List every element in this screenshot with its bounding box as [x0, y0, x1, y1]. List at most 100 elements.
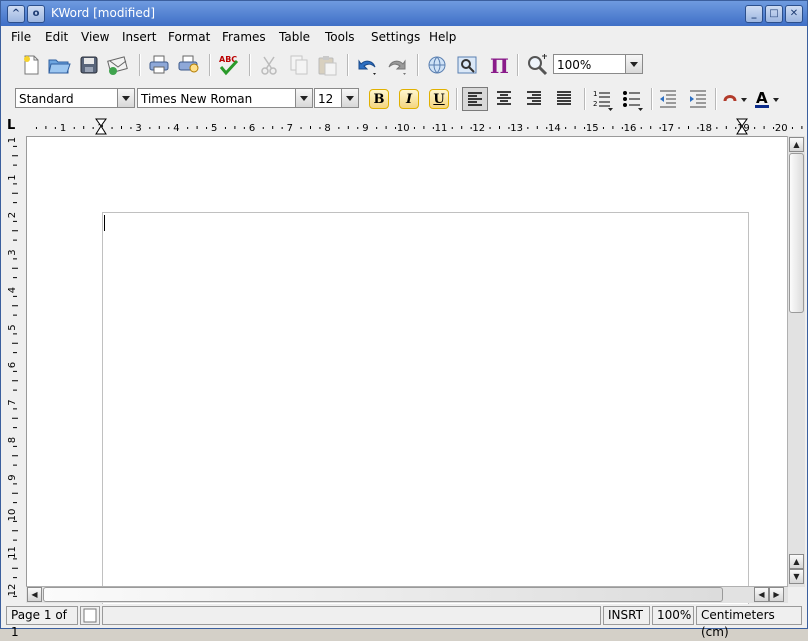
- toolbar-separator: [651, 88, 653, 110]
- chevron-down-icon[interactable]: [341, 89, 358, 107]
- vertical-ruler[interactable]: 1 1 2 3 4 5 6 7 8 9 10 11 12: [5, 137, 25, 605]
- scroll-up-icon[interactable]: ▲: [789, 554, 804, 569]
- align-right-button[interactable]: [522, 87, 548, 111]
- send-email-icon[interactable]: [105, 53, 129, 77]
- kword-window: ^ o KWord [modified] _ □ ✕ File Edit Vie…: [0, 0, 808, 639]
- status-unit: Centimeters (cm): [696, 606, 802, 639]
- ruler-tick-label: 17: [661, 123, 674, 134]
- horizontal-ruler[interactable]: 1234567891011121314151617181920: [27, 118, 805, 136]
- underline-button[interactable]: U: [429, 89, 449, 109]
- page-frame[interactable]: [102, 212, 749, 613]
- title-bar[interactable]: ^ o KWord [modified] _ □ ✕: [1, 1, 807, 26]
- ruler-tick-label: 16: [624, 123, 637, 134]
- ruler-tick-label: 9: [362, 123, 368, 134]
- window-menu-icon[interactable]: ^: [7, 5, 25, 23]
- toolbar-separator: [347, 54, 349, 76]
- chevron-down-icon[interactable]: [117, 89, 134, 107]
- undo-icon[interactable]: [355, 53, 379, 77]
- horizontal-scroll-thumb[interactable]: [43, 587, 723, 602]
- vertical-ruler-ticks: 1123456789101112: [7, 137, 18, 597]
- print-preview-icon[interactable]: [177, 53, 201, 77]
- font-value: Times New Roman: [141, 92, 253, 106]
- web-link-icon[interactable]: [425, 53, 449, 77]
- redo-icon[interactable]: [385, 53, 409, 77]
- status-insert-mode[interactable]: INSRT: [603, 606, 650, 625]
- zoom-icon[interactable]: [525, 53, 549, 77]
- align-center-button[interactable]: [492, 87, 518, 111]
- ruler-unit-marker[interactable]: L: [7, 118, 23, 134]
- ruler-tick-label: 7: [287, 123, 293, 134]
- print-icon[interactable]: [147, 53, 171, 77]
- menu-help[interactable]: Help: [429, 30, 456, 44]
- toolbar-separator: [456, 88, 458, 110]
- chevron-down-icon[interactable]: [295, 89, 312, 107]
- maximize-icon[interactable]: □: [765, 5, 783, 23]
- menu-frames[interactable]: Frames: [222, 30, 266, 44]
- ruler-tick-label: 14: [548, 123, 561, 134]
- status-message: [102, 606, 601, 625]
- sticky-icon[interactable]: o: [27, 5, 45, 23]
- bullet-list-icon[interactable]: [620, 87, 644, 111]
- menu-table[interactable]: Table: [279, 30, 310, 44]
- svg-text:2: 2: [593, 100, 597, 108]
- cut-icon[interactable]: [257, 53, 281, 77]
- menu-insert[interactable]: Insert: [122, 30, 156, 44]
- menu-format[interactable]: Format: [168, 30, 210, 44]
- new-document-icon[interactable]: [19, 53, 43, 77]
- ruler-tick-label: 7: [7, 399, 18, 405]
- paste-icon[interactable]: [315, 53, 339, 77]
- scroll-up-icon[interactable]: ▲: [789, 137, 804, 152]
- ruler-tick-label: 6: [7, 362, 18, 368]
- menu-edit[interactable]: Edit: [45, 30, 68, 44]
- ruler-tick-label: 4: [173, 123, 179, 134]
- align-justify-button[interactable]: [552, 87, 578, 111]
- find-icon[interactable]: [455, 53, 479, 77]
- window-title: KWord [modified]: [51, 6, 156, 20]
- minimize-icon[interactable]: _: [745, 5, 763, 23]
- menu-tools[interactable]: Tools: [325, 30, 355, 44]
- formula-icon[interactable]: Π: [485, 53, 509, 78]
- open-folder-icon[interactable]: [47, 53, 71, 77]
- toolbar-separator: [517, 54, 519, 76]
- scroll-right-icon[interactable]: ▶: [769, 587, 784, 602]
- font-combo[interactable]: Times New Roman: [137, 88, 313, 108]
- close-icon[interactable]: ✕: [785, 5, 803, 23]
- ruler-tick-label: 10: [397, 123, 410, 134]
- font-size-combo[interactable]: 12: [314, 88, 359, 108]
- increase-indent-icon[interactable]: [686, 87, 710, 111]
- scroll-left-icon[interactable]: ◀: [27, 587, 42, 602]
- menu-view[interactable]: View: [81, 30, 109, 44]
- style-combo[interactable]: Standard: [15, 88, 135, 108]
- font-size-value: 12: [318, 92, 334, 106]
- scroll-left-icon[interactable]: ◀: [754, 587, 769, 602]
- ruler-tick-label: 20: [775, 123, 788, 134]
- menu-settings[interactable]: Settings: [371, 30, 420, 44]
- vertical-scrollbar[interactable]: ▲ ▲ ▼: [787, 136, 805, 587]
- zoom-combo[interactable]: 100%: [553, 54, 643, 74]
- ruler-tick-label: 1: [7, 137, 18, 143]
- toolbar-separator: [249, 54, 251, 76]
- horizontal-scrollbar[interactable]: ◀ ◀ ▶: [26, 586, 788, 603]
- vertical-scroll-thumb[interactable]: [789, 153, 804, 313]
- decrease-indent-icon[interactable]: [656, 87, 680, 111]
- ruler-tick-label: 5: [211, 123, 217, 134]
- ruler-tick-label: 1: [7, 174, 18, 180]
- save-icon[interactable]: [77, 53, 101, 77]
- menu-file[interactable]: File: [11, 30, 31, 44]
- ruler-tick-label: 8: [324, 123, 330, 134]
- bold-button[interactable]: B: [369, 89, 389, 109]
- document-canvas[interactable]: [26, 136, 788, 613]
- numbered-list-icon[interactable]: 12: [590, 87, 614, 111]
- highlight-color-icon[interactable]: [720, 87, 752, 111]
- ruler-tick-label: 11: [7, 546, 18, 559]
- ruler-tick-label: 13: [510, 123, 523, 134]
- italic-button[interactable]: I: [399, 89, 419, 109]
- copy-icon[interactable]: [287, 53, 311, 77]
- spellcheck-icon[interactable]: ABC: [217, 53, 241, 77]
- status-document-icon: [80, 606, 100, 625]
- text-color-icon[interactable]: A: [752, 87, 784, 111]
- scroll-down-icon[interactable]: ▼: [789, 569, 804, 584]
- status-bar: Page 1 of 1 INSRT 100% Centimeters (cm): [1, 604, 807, 639]
- align-left-button[interactable]: [462, 87, 488, 111]
- chevron-down-icon[interactable]: [625, 55, 642, 73]
